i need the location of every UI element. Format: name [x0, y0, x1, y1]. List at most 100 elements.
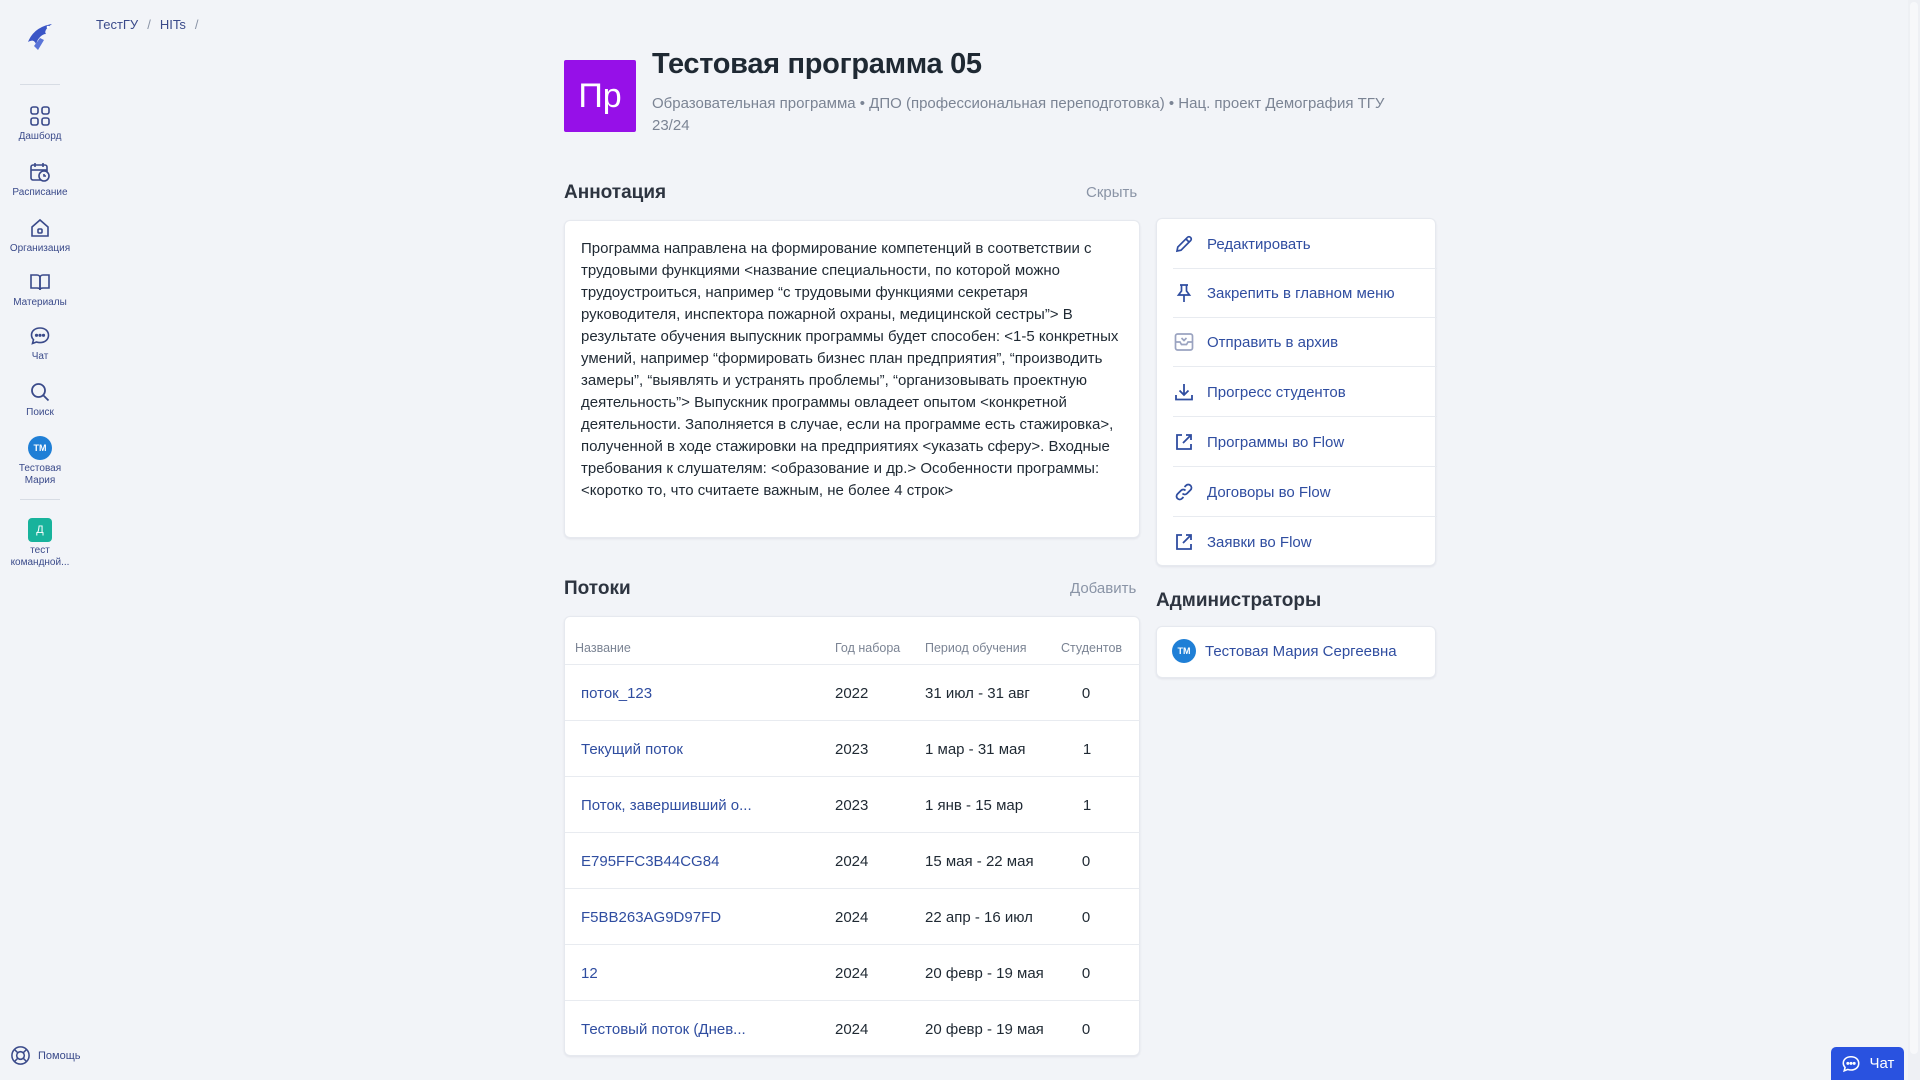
stream-period: 20 февр - 19 мая — [925, 965, 1044, 982]
table-row[interactable]: Текущий поток 2023 1 мар - 31 мая 1 — [565, 720, 1140, 776]
stream-students: 1 — [1082, 797, 1092, 814]
admins-card: ТМ Тестовая Мария Сергеевна — [1156, 626, 1436, 678]
bird-logo-icon — [28, 24, 52, 50]
applications-flow-link[interactable]: Заявки во Flow — [1157, 517, 1437, 567]
sidebar-item-label: Дашборд — [18, 131, 62, 142]
external-link-icon — [1157, 531, 1207, 553]
stream-name-link[interactable]: поток_123 — [581, 685, 652, 702]
sidebar-item-profile[interactable]: ТМ Тестовая Мария — [0, 436, 80, 487]
table-row[interactable]: поток_123 2022 31 июл - 31 авг 0 — [565, 664, 1140, 720]
pin-icon — [1157, 282, 1207, 304]
stream-name-link[interactable]: F5BB263AG9D97FD — [581, 909, 721, 926]
pin-to-menu-button[interactable]: Закрепить в главном меню — [1157, 268, 1437, 318]
scrollbar-thumb[interactable] — [1910, 2, 1918, 1054]
organization-icon — [28, 216, 52, 240]
annotation-text: Программа направлена на формирование ком… — [581, 240, 1119, 499]
sidebar-item-schedule[interactable]: Расписание — [0, 160, 80, 199]
stream-year: 2022 — [835, 685, 869, 702]
app-logo[interactable] — [20, 16, 60, 56]
table-row[interactable]: F5BB263AG9D97FD 2024 22 апр - 16 июл 0 — [565, 888, 1140, 944]
chat-bubble-icon — [1842, 1055, 1860, 1072]
sidebar-item-label: Чат — [31, 351, 49, 362]
action-label: Программы во Flow — [1207, 433, 1345, 451]
table-row[interactable]: Поток, завершивший о... 2023 1 янв - 15 … — [565, 776, 1140, 832]
sidebar: Дашборд Расписание Организация Материалы — [0, 0, 81, 1080]
column-header[interactable]: Название — [575, 641, 631, 655]
stream-period: 22 апр - 16 июл — [925, 909, 1033, 926]
action-label: Редактировать — [1207, 235, 1311, 253]
stream-year: 2023 — [835, 797, 869, 814]
archive-icon — [1157, 331, 1207, 353]
team-avatar: Д — [28, 518, 52, 542]
sidebar-item-label: Поиск — [26, 407, 54, 418]
breadcrumb-item[interactable]: ТестГУ — [96, 17, 138, 32]
page-title: Тестовая программа 05 — [652, 48, 982, 80]
table-row[interactable]: Тестовый поток (Днев... 2024 20 февр - 1… — [565, 1000, 1140, 1056]
materials-icon — [28, 270, 52, 294]
sidebar-item-materials[interactable]: Материалы — [0, 270, 80, 309]
program-logo: Пр — [564, 60, 636, 132]
stream-period: 1 мар - 31 мая — [925, 741, 1026, 758]
annotation-card: Программа направлена на формирование ком… — [564, 220, 1140, 538]
sidebar-item-label: Расписание — [12, 187, 68, 198]
sidebar-item-organization[interactable]: Организация — [0, 216, 80, 255]
avatar: ТМ — [1172, 639, 1196, 663]
stream-name-link[interactable]: E795FFC3B44CG84 — [581, 853, 719, 870]
breadcrumb-separator: / — [194, 17, 199, 32]
edit-button[interactable]: Редактировать — [1157, 219, 1437, 269]
hide-annotation-button[interactable]: Скрыть — [1086, 184, 1137, 201]
stream-name-link[interactable]: Тестовый поток (Днев... — [581, 1021, 746, 1038]
dashboard-icon — [28, 104, 52, 128]
sidebar-item-search[interactable]: Поиск — [0, 380, 80, 419]
stream-year: 2023 — [835, 741, 869, 758]
sidebar-divider — [20, 499, 60, 500]
action-label: Заявки во Flow — [1207, 533, 1312, 551]
team-name: тест командной... — [10, 545, 70, 568]
stream-students: 0 — [1081, 909, 1091, 926]
download-icon — [1157, 381, 1207, 403]
sidebar-item-label: Материалы — [13, 297, 67, 308]
breadcrumb-separator: / — [147, 17, 151, 32]
archive-button[interactable]: Отправить в архив — [1157, 317, 1437, 367]
stream-name-link[interactable]: Поток, завершивший о... — [581, 797, 752, 814]
external-link-icon — [1157, 431, 1207, 453]
contracts-flow-link[interactable]: Договоры во Flow — [1157, 467, 1437, 517]
table-row[interactable]: E795FFC3B44CG84 2024 15 мая - 22 мая 0 — [565, 832, 1140, 888]
stream-students: 0 — [1081, 965, 1091, 982]
breadcrumb-item[interactable]: HITs — [160, 17, 186, 32]
search-icon — [28, 380, 52, 404]
streams-table: Название Год набора Период обучения Студ… — [564, 616, 1140, 1056]
stream-period: 31 июл - 31 авг — [925, 685, 1030, 702]
column-header[interactable]: Год набора — [835, 641, 900, 655]
stream-year: 2024 — [835, 853, 869, 870]
stream-name-link[interactable]: Текущий поток — [581, 741, 683, 758]
programs-flow-link[interactable]: Программы во Flow — [1157, 417, 1437, 467]
stream-name-link[interactable]: 12 — [581, 965, 598, 982]
admin-name: Тестовая Мария Сергеевна — [1205, 642, 1397, 660]
stream-students: 1 — [1082, 741, 1092, 758]
stream-period: 1 янв - 15 мар — [925, 797, 1024, 814]
chat-icon — [28, 324, 52, 348]
help-link[interactable]: Помощь — [10, 1045, 81, 1066]
table-row[interactable]: 12 2024 20 февр - 19 мая 0 — [565, 944, 1140, 1000]
stream-year: 2024 — [835, 965, 869, 982]
action-label: Прогресс студентов — [1207, 383, 1346, 401]
student-progress-button[interactable]: Прогресс студентов — [1157, 367, 1437, 417]
admin-item[interactable]: ТМ Тестовая Мария Сергеевна — [1172, 639, 1397, 663]
stream-students: 0 — [1081, 853, 1091, 870]
lifebuoy-icon — [11, 1046, 30, 1065]
column-header[interactable]: Период обучения — [925, 641, 1027, 655]
page-scrollbar[interactable] — [1908, 0, 1920, 1080]
sidebar-item-chat[interactable]: Чат — [0, 324, 80, 363]
chat-button[interactable]: Чат — [1831, 1047, 1904, 1080]
sidebar-item-dashboard[interactable]: Дашборд — [0, 104, 80, 143]
column-header[interactable]: Студентов — [1061, 641, 1122, 655]
add-stream-button[interactable]: Добавить — [1070, 580, 1136, 597]
stream-period: 15 мая - 22 мая — [925, 853, 1034, 870]
sidebar-divider — [20, 84, 60, 85]
stream-year: 2024 — [835, 909, 869, 926]
program-subtitle: Образовательная программа • ДПО (професс… — [652, 95, 1385, 134]
sidebar-item-team[interactable]: Д тест командной... — [0, 518, 80, 569]
annotation-title: Аннотация — [564, 182, 667, 203]
actions-card: Редактировать Закрепить в главном меню О… — [1156, 218, 1437, 567]
